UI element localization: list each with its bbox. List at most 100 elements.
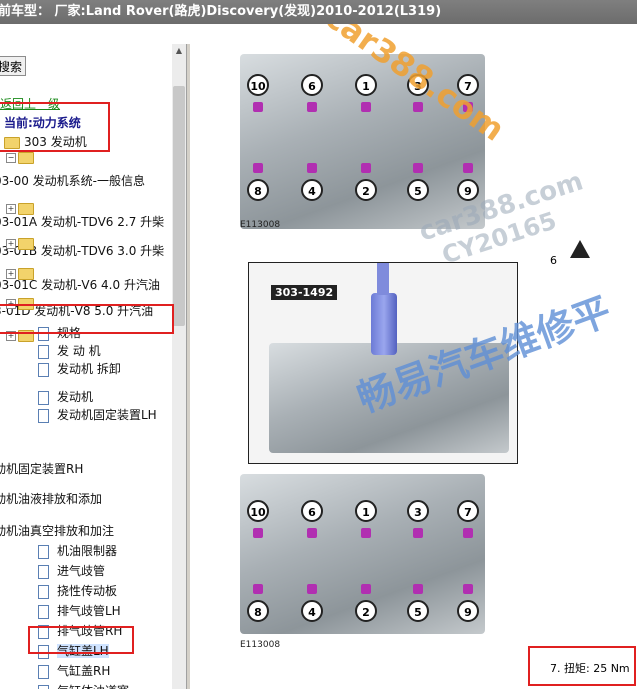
callout-number: 3: [407, 500, 429, 522]
bolt-marker: [413, 163, 423, 173]
document-icon: [38, 344, 49, 359]
tree-item[interactable]: 03-00 发动机系统-一般信息: [0, 172, 145, 190]
tree-item[interactable]: 挠性传动板: [38, 582, 117, 600]
expand-toggle-icon[interactable]: +: [6, 264, 38, 282]
callout-number: 4: [301, 600, 323, 622]
bolt-marker: [307, 584, 317, 594]
window-title-bar: 前车型： 厂家:Land Rover(路虎)Discovery(发现)2010-…: [0, 0, 637, 24]
tree-item[interactable]: 气缸体油道塞: [38, 682, 129, 689]
tree-item[interactable]: 气缸盖RH: [38, 662, 110, 680]
callout-number: 9: [457, 600, 479, 622]
document-icon: [38, 390, 49, 405]
window-title: 前车型： 厂家:Land Rover(路虎)Discovery(发现)2010-…: [0, 4, 442, 19]
bolt-marker: [463, 584, 473, 594]
document-icon: [38, 408, 49, 423]
tree-scrollbar[interactable]: ▲: [172, 44, 186, 689]
tree-item[interactable]: 发 动 机: [38, 342, 101, 360]
callout-number: 5: [407, 179, 429, 201]
figure-caption-bottom: E113008: [240, 640, 281, 650]
bolt-marker: [413, 102, 423, 112]
torque-spec: 7. 扭矩: 25 Nm: [528, 646, 636, 686]
figure-top-cylinder-head: 10 6 1 3 7 84259: [240, 44, 490, 234]
document-icon: [38, 544, 49, 559]
callout-number: 8: [247, 600, 269, 622]
search-button[interactable]: 搜索: [0, 56, 26, 76]
bolt-marker: [253, 584, 263, 594]
tool-number: 303-1492: [275, 286, 334, 299]
figure-caption-top: E113008: [240, 220, 281, 230]
tree-item-label: 发动机 拆卸: [57, 362, 121, 376]
bolt-marker: [253, 528, 263, 538]
search-bar: 搜索: [0, 44, 186, 82]
bolt-marker: [463, 163, 473, 173]
tree-item[interactable]: 发动机: [38, 388, 93, 406]
tree-item-label: 机油限制器: [57, 544, 118, 558]
warning-triangle-icon: [570, 240, 590, 258]
scroll-up-icon[interactable]: ▲: [172, 44, 186, 58]
tree-item-label: 03-00 发动机系统-一般信息: [0, 174, 146, 188]
scrollbar-thumb[interactable]: [173, 86, 185, 326]
callout-number: 4: [301, 179, 323, 201]
callout-number: 10: [247, 500, 269, 522]
bolt-marker: [253, 102, 263, 112]
bolt-marker: [307, 102, 317, 112]
expand-toggle-icon[interactable]: +: [6, 199, 38, 217]
callout-number: 2: [355, 600, 377, 622]
tree-item[interactable]: 动机油真空排放和加注: [0, 522, 114, 540]
callout-number: 2: [355, 179, 377, 201]
tree-item[interactable]: 进气歧管: [38, 562, 105, 580]
highlight-current-section: [0, 102, 110, 152]
document-view: 10 6 1 3 7 8 4 2 5 9 E113008 303-1492 6 10 6 1 3 7 8…: [190, 24, 637, 689]
bolt-marker: [307, 528, 317, 538]
callout-number: 9: [457, 179, 479, 201]
bolt-marker: [253, 163, 263, 173]
document-icon: [38, 362, 49, 377]
tree-item[interactable]: 发动机固定装置LH: [38, 406, 157, 424]
special-tool-image: [371, 293, 397, 355]
tree-item-label: 挠性传动板: [57, 584, 118, 598]
tree-item-label: 动机油真空排放和加注: [0, 524, 115, 538]
callout-number: 10: [247, 74, 269, 96]
document-icon: [38, 664, 49, 679]
bolt-marker: [361, 102, 371, 112]
bolt-marker: [361, 528, 371, 538]
torque-text: 7. 扭矩: 25 Nm: [550, 662, 630, 675]
bolt-marker: [361, 584, 371, 594]
tree-item-label: 动机油液排放和添加: [0, 492, 103, 506]
document-icon: [38, 604, 49, 619]
tree-item[interactable]: 机油限制器: [38, 542, 117, 560]
callout-number: 5: [407, 600, 429, 622]
tree-item-label: 发动机固定装置LH: [57, 408, 157, 422]
bolt-marker: [413, 584, 423, 594]
bolt-marker: [463, 528, 473, 538]
tree-item[interactable]: 动机油液排放和添加: [0, 490, 102, 508]
document-icon: [38, 684, 49, 689]
tree-item-label: 排气歧管LH: [57, 604, 121, 618]
tree-item-label: 发动机: [57, 390, 94, 404]
bolt-marker: [413, 528, 423, 538]
callout-number: 1: [355, 500, 377, 522]
tree-item-label: 03-01A 发动机-TDV6 2.7 升柴: [0, 215, 165, 229]
bolt-marker: [307, 163, 317, 173]
tree-item[interactable]: 动机固定装置RH: [0, 460, 83, 478]
document-icon: [38, 564, 49, 579]
tree-item[interactable]: 排气歧管LH: [38, 602, 121, 620]
figure-bottom-cylinder-head: 10 6 1 3 7 8 4 2 5 9: [240, 470, 490, 640]
expand-toggle-icon[interactable]: +: [6, 234, 38, 252]
callout-number: 7: [457, 500, 479, 522]
callout-number: 1: [355, 74, 377, 96]
document-icon: [38, 584, 49, 599]
highlight-v8-engine: [0, 304, 174, 334]
tool-label-box: 303-1492: [271, 285, 338, 300]
callout-number: 6: [301, 500, 323, 522]
tree-item-label: 气缸体油道塞: [57, 684, 129, 689]
special-tool-shaft: [377, 263, 389, 295]
highlight-cylinder-head-lh: [28, 626, 134, 654]
tree-item[interactable]: 发动机 拆卸: [38, 360, 121, 378]
callout-number: 8: [247, 179, 269, 201]
tree-item-label: 动机固定装置RH: [0, 462, 84, 476]
step-number: 6: [550, 254, 557, 267]
bolt-marker: [361, 163, 371, 173]
tree-item-label: 气缸盖RH: [57, 664, 111, 678]
callout-number: 6: [301, 74, 323, 96]
